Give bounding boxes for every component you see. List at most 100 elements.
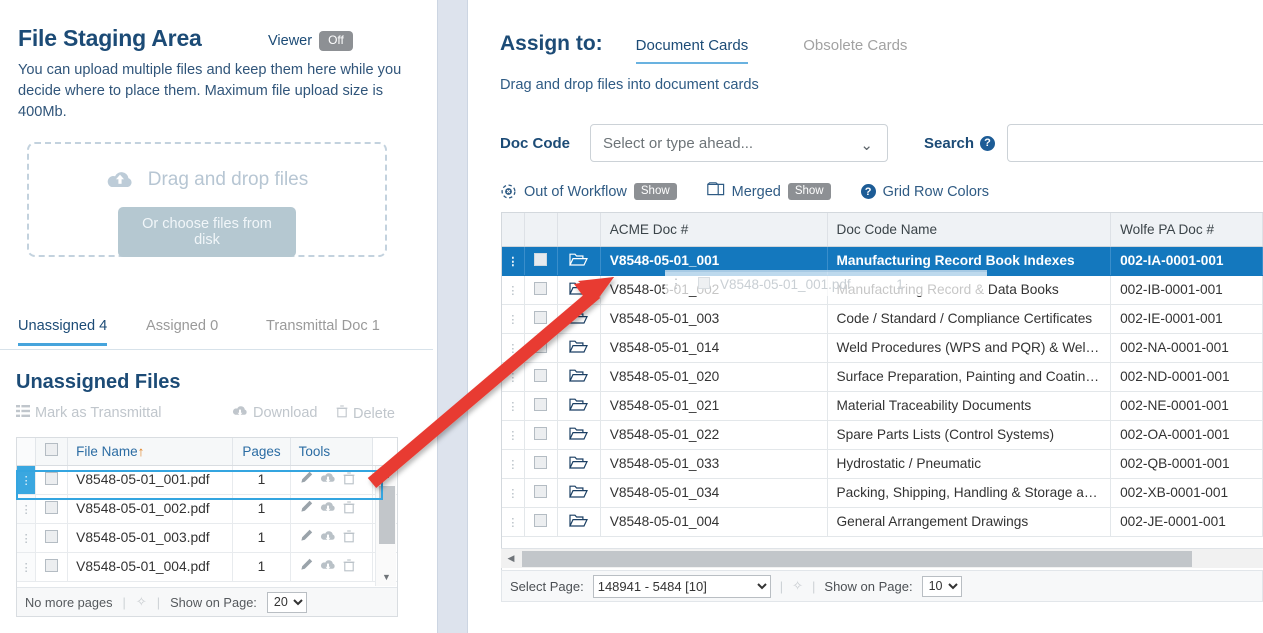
row-checkbox[interactable] — [534, 339, 548, 353]
open-folder-icon[interactable] — [569, 281, 589, 299]
row-grip-handle[interactable]: ⋮ — [17, 465, 37, 495]
table-row[interactable]: ⋮ V8548-05-01_034 Packing, Shipping, Han… — [502, 478, 1263, 508]
edit-pencil-icon[interactable] — [299, 529, 313, 546]
row-checkbox[interactable] — [534, 397, 548, 411]
trash-icon[interactable] — [343, 558, 355, 575]
row-folder-cell[interactable] — [557, 420, 601, 450]
row-grip-handle[interactable]: ⋮ — [17, 552, 37, 582]
open-folder-icon[interactable] — [569, 397, 589, 415]
grid-row-colors-help[interactable]: ? Grid Row Colors — [860, 184, 989, 200]
table-row[interactable]: ⋮ V8548-05-01_001 Manufacturing Record B… — [502, 246, 1263, 276]
row-checkbox[interactable] — [534, 426, 548, 440]
open-folder-icon[interactable] — [569, 339, 589, 357]
delete-button[interactable]: Delete — [336, 405, 395, 422]
col-doc-code-name[interactable]: Doc Code Name — [827, 213, 1112, 247]
merged-filter[interactable]: Merged Show — [706, 182, 831, 201]
row-folder-cell[interactable] — [557, 246, 601, 276]
row-checkbox-cell[interactable] — [524, 275, 559, 305]
viewer-toggle-group[interactable]: Viewer Off — [268, 31, 353, 51]
row-checkbox[interactable] — [534, 484, 548, 498]
table-row[interactable]: ⋮ V8548-05-01_001.pdf 1 — [17, 465, 397, 495]
table-row[interactable]: ⋮ V8548-05-01_014 Weld Procedures (WPS a… — [502, 333, 1263, 363]
refresh-icon[interactable]: ✧ — [792, 578, 803, 594]
table-row[interactable]: ⋮ V8548-05-01_004 General Arrangement Dr… — [502, 507, 1263, 537]
grid-horizontal-scrollbar[interactable]: ◀ — [501, 548, 1263, 568]
row-folder-cell[interactable] — [557, 275, 601, 305]
trash-icon[interactable] — [343, 500, 355, 517]
row-grip-handle[interactable]: ⋮ — [502, 449, 525, 479]
row-checkbox-cell[interactable] — [35, 494, 69, 524]
row-folder-cell[interactable] — [557, 507, 601, 537]
row-checkbox-cell[interactable] — [524, 304, 559, 334]
tab-transmittal-doc[interactable]: Transmittal Doc 1 — [266, 318, 380, 343]
row-checkbox[interactable] — [45, 529, 59, 543]
row-grip-handle[interactable]: ⋮ — [17, 523, 37, 553]
col-file-name[interactable]: File Name↑ — [67, 438, 234, 466]
scrollbar-thumb[interactable] — [379, 486, 395, 544]
row-grip-handle[interactable]: ⋮ — [502, 362, 525, 392]
open-folder-icon[interactable] — [569, 426, 589, 444]
row-grip-handle[interactable]: ⋮ — [502, 275, 525, 305]
show-on-page-select[interactable]: 10 — [921, 575, 962, 597]
col-select-all[interactable] — [35, 438, 69, 466]
help-question-icon[interactable]: ? — [860, 184, 876, 199]
open-folder-icon[interactable] — [569, 455, 589, 473]
open-folder-icon[interactable] — [569, 310, 589, 328]
tab-unassigned[interactable]: Unassigned 4 — [18, 318, 108, 346]
row-grip-handle[interactable]: ⋮ — [502, 420, 525, 450]
open-folder-icon[interactable] — [569, 484, 589, 502]
table-row[interactable]: ⋮ V8548-05-01_033 Hydrostatic / Pneumati… — [502, 449, 1263, 479]
select-page-dropdown[interactable]: 148941 - 5484 [10] — [592, 574, 771, 598]
open-folder-icon[interactable] — [569, 513, 589, 531]
table-row[interactable]: ⋮ V8548-05-01_021 Material Traceability … — [502, 391, 1263, 421]
left-table-scrollbar[interactable]: ▲ ▼ — [375, 466, 396, 586]
tab-obsolete-cards[interactable]: Obsolete Cards — [803, 37, 907, 62]
trash-icon[interactable] — [343, 471, 355, 488]
row-grip-handle[interactable]: ⋮ — [502, 507, 525, 537]
row-grip-handle[interactable]: ⋮ — [17, 494, 37, 524]
row-folder-cell[interactable] — [557, 362, 601, 392]
row-checkbox-cell[interactable] — [35, 465, 69, 495]
table-row[interactable]: ⋮ V8548-05-01_004.pdf 1 — [17, 552, 397, 582]
row-folder-cell[interactable] — [557, 304, 601, 334]
edit-pencil-icon[interactable] — [299, 500, 313, 517]
open-folder-icon[interactable] — [569, 368, 589, 386]
trash-icon[interactable] — [343, 529, 355, 546]
out-of-workflow-filter[interactable]: Out of Workflow Show — [500, 183, 677, 200]
viewer-state-badge[interactable]: Off — [319, 31, 353, 51]
row-checkbox[interactable] — [534, 455, 548, 469]
row-grip-handle[interactable]: ⋮ — [502, 246, 525, 276]
help-question-icon[interactable]: ? — [980, 135, 996, 151]
merged-show-pill[interactable]: Show — [787, 183, 831, 200]
row-checkbox-cell[interactable] — [35, 523, 69, 553]
table-row[interactable]: ⋮ V8548-05-01_002 Manufacturing Record &… — [502, 275, 1263, 305]
download-button[interactable]: Download — [232, 405, 318, 421]
refresh-icon[interactable]: ✧ — [136, 594, 147, 610]
row-checkbox[interactable] — [45, 558, 59, 572]
table-row[interactable]: ⋮ V8548-05-01_002.pdf 1 — [17, 494, 397, 524]
row-checkbox[interactable] — [534, 310, 548, 324]
row-grip-handle[interactable]: ⋮ — [502, 478, 525, 508]
col-select-all[interactable] — [524, 213, 559, 247]
row-folder-cell[interactable] — [557, 478, 601, 508]
scrollbar-thumb[interactable] — [522, 550, 1192, 567]
mark-as-transmittal-button[interactable]: Mark as Transmittal — [16, 405, 162, 421]
row-checkbox[interactable] — [534, 252, 548, 266]
choose-files-button[interactable]: Or choose files from disk — [118, 207, 296, 257]
row-checkbox[interactable] — [534, 368, 548, 382]
row-checkbox[interactable] — [45, 471, 59, 485]
table-row[interactable]: ⋮ V8548-05-01_003.pdf 1 — [17, 523, 397, 553]
col-pages[interactable]: Pages — [232, 438, 291, 466]
edit-pencil-icon[interactable] — [299, 471, 313, 488]
scroll-down-icon[interactable]: ▼ — [376, 568, 397, 586]
search-input[interactable] — [1007, 124, 1263, 162]
row-checkbox-cell[interactable] — [524, 449, 559, 479]
row-checkbox-cell[interactable] — [524, 362, 559, 392]
row-checkbox[interactable] — [534, 513, 548, 527]
edit-pencil-icon[interactable] — [299, 558, 313, 575]
out-of-workflow-show-pill[interactable]: Show — [633, 183, 677, 200]
row-folder-cell[interactable] — [557, 449, 601, 479]
row-checkbox[interactable] — [45, 500, 59, 514]
open-folder-icon[interactable] — [569, 252, 589, 270]
cloud-download-icon[interactable] — [320, 559, 336, 574]
